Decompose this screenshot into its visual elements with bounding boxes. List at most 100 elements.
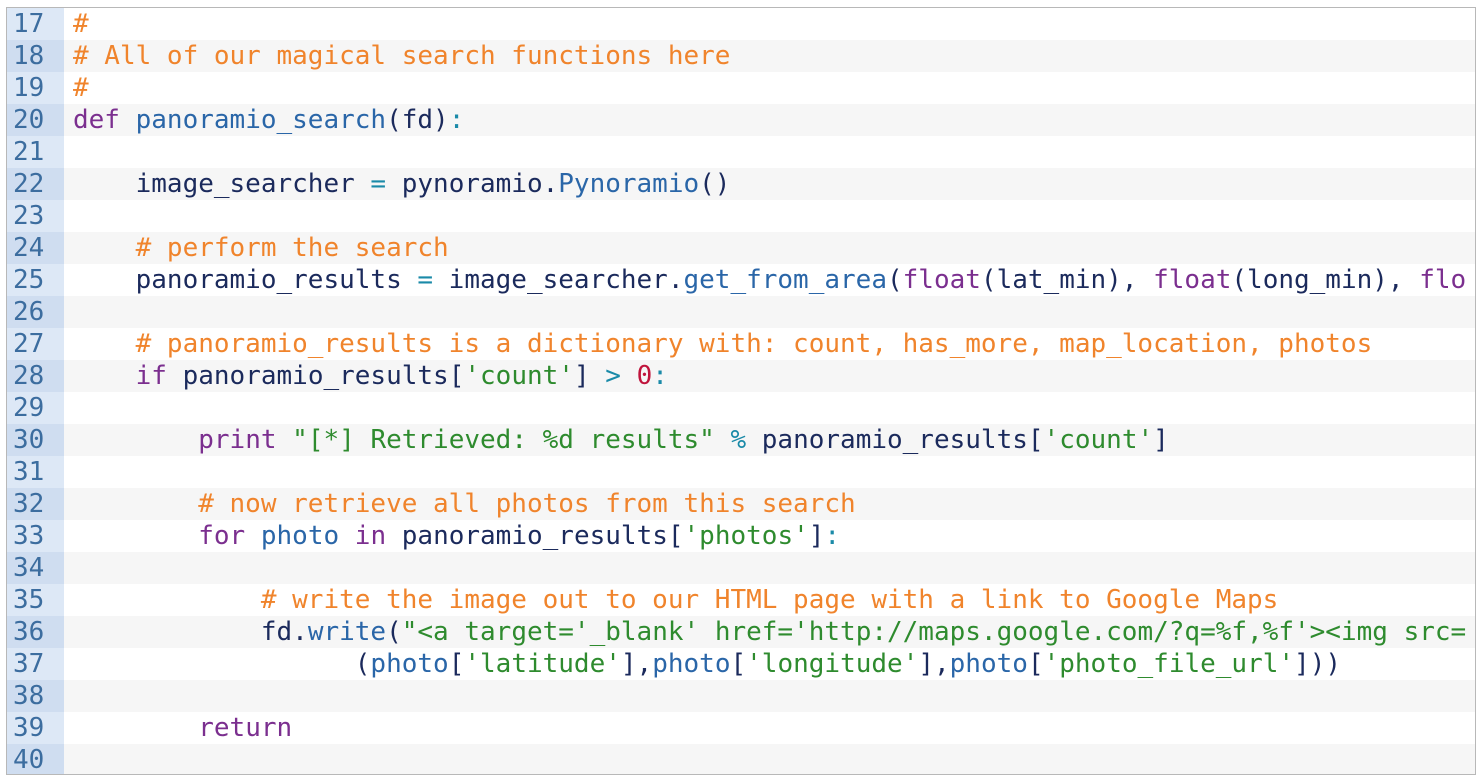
code-token: photo xyxy=(260,521,340,551)
code-token: return xyxy=(198,713,293,743)
line-number: 19 xyxy=(7,72,64,104)
line-number: 38 xyxy=(7,680,64,712)
code-token: # now retrieve all photos from this sear… xyxy=(73,489,856,519)
code-text: fd.write("<a target='_blank' href='http:… xyxy=(73,616,1466,648)
code-line[interactable]: 33 for photo in panoramio_results['photo… xyxy=(7,520,1475,552)
code-line[interactable]: 22 image_searcher = pynoramio.Pynoramio(… xyxy=(7,168,1475,200)
code-line[interactable]: 23 xyxy=(7,200,1475,232)
code-token: ] xyxy=(808,521,825,551)
code-token: 'photos' xyxy=(683,521,809,551)
code-token: for xyxy=(198,521,246,551)
code-token: 'count' xyxy=(464,361,574,391)
code-line[interactable]: 21 xyxy=(7,136,1475,168)
code-text: for photo in panoramio_results['photos']… xyxy=(73,520,840,552)
line-number: 28 xyxy=(7,360,64,392)
code-token: float xyxy=(902,265,981,295)
code-line[interactable]: 20 def panoramio_search(fd): xyxy=(7,104,1475,136)
code-token: (fd) xyxy=(386,105,449,135)
code-line[interactable]: 26 xyxy=(7,296,1475,328)
code-text: (photo['latitude'],photo['longitude'],ph… xyxy=(73,648,1341,680)
code-token: # All of our magical search functions he… xyxy=(73,41,731,71)
code-line[interactable]: 30 print "[*] Retrieved: %d results" % p… xyxy=(7,424,1475,456)
code-token: photo xyxy=(949,649,1028,679)
code-line[interactable]: 36 fd.write("<a target='_blank' href='ht… xyxy=(7,616,1475,648)
code-token: image_searcher xyxy=(73,169,371,199)
code-line[interactable]: 37 (photo['latitude'],photo['longitude']… xyxy=(7,648,1475,680)
line-number: 26 xyxy=(7,296,64,328)
code-token: ])) xyxy=(1294,649,1342,679)
code-token: in xyxy=(354,521,387,551)
code-token: photo xyxy=(652,649,731,679)
code-line[interactable]: 34 xyxy=(7,552,1475,584)
code-line[interactable]: 29 xyxy=(7,392,1475,424)
code-line[interactable]: 24 # perform the search xyxy=(7,232,1475,264)
code-line[interactable]: 27 # panoramio_results is a dictionary w… xyxy=(7,328,1475,360)
code-token: # xyxy=(73,73,89,103)
code-token: get_from_area xyxy=(683,265,887,295)
code-token: [ xyxy=(448,649,465,679)
code-view[interactable]: 17 #18 # All of our magical search functio… xyxy=(6,7,1476,775)
code-token: # perform the search xyxy=(73,233,449,263)
code-token: ] xyxy=(1153,425,1169,455)
code-line[interactable]: 38 xyxy=(7,680,1475,712)
code-token: [ xyxy=(730,649,747,679)
code-token: "<a target='_blank' href='http://maps.go… xyxy=(401,617,1467,647)
code-token: () xyxy=(699,169,731,199)
code-text: panoramio_results = image_searcher.get_f… xyxy=(73,264,1467,296)
line-number: 30 xyxy=(7,424,64,456)
code-token: def xyxy=(73,105,120,135)
code-token: (lat_min), xyxy=(980,265,1154,295)
code-text: # All of our magical search functions he… xyxy=(73,40,730,72)
code-token: (long_min), xyxy=(1231,265,1420,295)
code-text: # panoramio_results is a dictionary with… xyxy=(73,328,1373,360)
line-number: 25 xyxy=(7,264,64,296)
code-line[interactable]: 40 xyxy=(7,744,1475,774)
code-line[interactable]: 19 # xyxy=(7,72,1475,104)
line-number: 37 xyxy=(7,648,64,680)
line-number: 23 xyxy=(7,200,64,232)
code-line[interactable]: 31 xyxy=(7,456,1475,488)
code-token: float xyxy=(1153,265,1232,295)
code-token: panoramio_results[ xyxy=(166,361,465,391)
code-token: if xyxy=(135,361,167,391)
code-text: print "[*] Retrieved: %d results" % pano… xyxy=(73,424,1169,456)
code-line[interactable]: 17 # xyxy=(7,8,1475,40)
code-token: 'latitude' xyxy=(464,649,621,679)
line-number: 20 xyxy=(7,104,64,136)
code-token: Pynoramio xyxy=(558,169,700,199)
code-token: # write the image out to our HTML page w… xyxy=(73,585,1279,615)
code-token: print xyxy=(198,425,277,455)
line-number: 39 xyxy=(7,712,64,744)
line-number: 32 xyxy=(7,488,64,520)
code-token: photo xyxy=(370,649,449,679)
code-token: panoramio_search xyxy=(135,105,387,135)
line-number: 22 xyxy=(7,168,64,200)
code-line[interactable]: 32 # now retrieve all photos from this s… xyxy=(7,488,1475,520)
code-token: fd. xyxy=(73,617,308,647)
code-token: flo xyxy=(1419,265,1467,295)
line-number: 18 xyxy=(7,40,64,72)
code-token: = xyxy=(417,265,434,295)
code-token: panoramio_results[ xyxy=(386,521,684,551)
code-token: ], xyxy=(620,649,653,679)
code-token: ( xyxy=(886,265,903,295)
code-line[interactable]: 25 panoramio_results = image_searcher.ge… xyxy=(7,264,1475,296)
code-line[interactable]: 39 return xyxy=(7,712,1475,744)
code-line[interactable]: 18 # All of our magical search functions … xyxy=(7,40,1475,72)
line-number: 33 xyxy=(7,520,64,552)
line-number: 27 xyxy=(7,328,64,360)
code-line[interactable]: 35 # write the image out to our HTML pag… xyxy=(7,584,1475,616)
code-token: 'photo_file_url' xyxy=(1043,649,1295,679)
code-text: def panoramio_search(fd): xyxy=(73,104,464,136)
code-line[interactable]: 28 if panoramio_results['count'] > 0: xyxy=(7,360,1475,392)
code-text: if panoramio_results['count'] > 0: xyxy=(73,360,668,392)
